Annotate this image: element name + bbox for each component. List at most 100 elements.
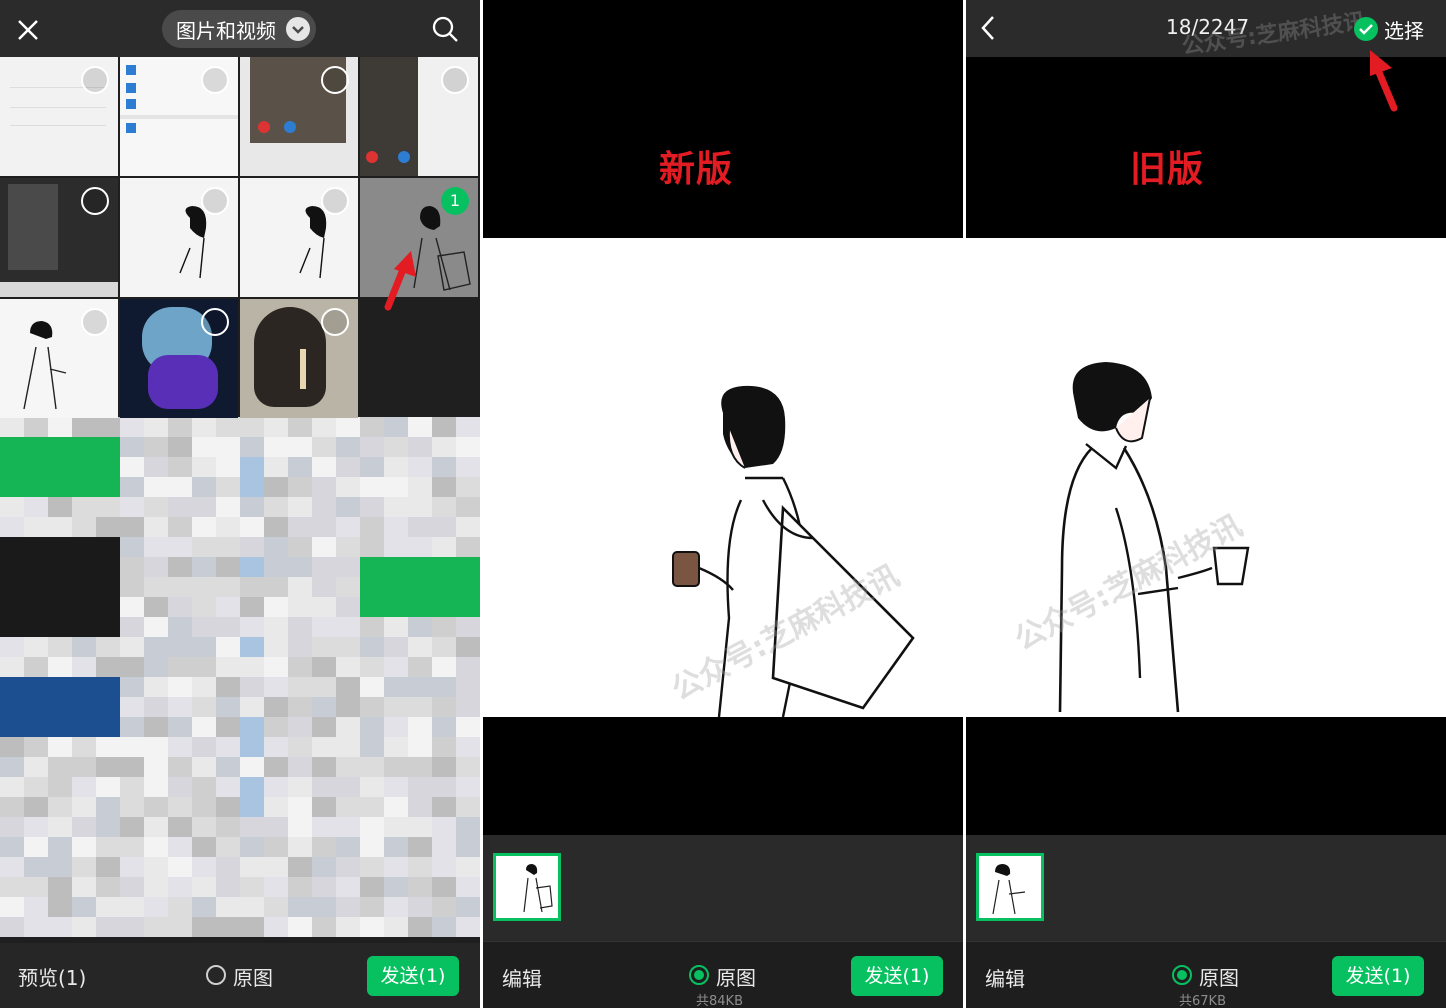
thumbnail[interactable] bbox=[360, 57, 478, 176]
mosaic-pixel bbox=[384, 457, 408, 477]
mosaic-pixel bbox=[360, 777, 384, 797]
close-icon[interactable] bbox=[10, 12, 46, 48]
thumbnail[interactable] bbox=[240, 299, 358, 418]
mosaic-pixel bbox=[360, 837, 384, 857]
mosaic-pixel bbox=[336, 697, 360, 717]
mosaic-pixel bbox=[72, 877, 96, 897]
mosaic-pixel bbox=[240, 417, 264, 437]
mosaic-pixel bbox=[144, 557, 168, 577]
select-circle[interactable] bbox=[441, 66, 469, 94]
thumbnail[interactable] bbox=[240, 57, 358, 176]
original-label[interactable]: 原图 bbox=[233, 962, 273, 991]
thumbnail[interactable] bbox=[0, 299, 118, 418]
mosaic-pixel bbox=[336, 837, 360, 857]
mosaic-pixel bbox=[288, 917, 312, 937]
album-selector[interactable]: 图片和视频 bbox=[162, 10, 316, 48]
mosaic-pixel bbox=[216, 817, 240, 837]
mosaic-pixel bbox=[120, 817, 144, 837]
mosaic-pixel bbox=[0, 617, 24, 637]
mosaic-pixel bbox=[48, 797, 72, 817]
mosaic-pixel bbox=[240, 897, 264, 917]
mosaic-pixel bbox=[240, 477, 264, 497]
send-button[interactable]: 发送(1) bbox=[1332, 956, 1424, 996]
mosaic-pixel bbox=[0, 637, 24, 657]
select-circle[interactable] bbox=[201, 187, 229, 215]
mosaic-pixel bbox=[336, 457, 360, 477]
thumbnail[interactable] bbox=[0, 57, 118, 176]
mosaic-pixel bbox=[240, 837, 264, 857]
mosaic-pixel bbox=[312, 437, 336, 457]
select-button[interactable]: 选择 bbox=[1384, 15, 1424, 44]
mosaic-pixel bbox=[0, 797, 24, 817]
thumbnail[interactable] bbox=[120, 57, 238, 176]
mosaic-pixel bbox=[264, 517, 288, 537]
mosaic-pixel bbox=[312, 737, 336, 757]
mosaic-pixel bbox=[144, 417, 168, 437]
mosaic-pixel bbox=[408, 757, 432, 777]
mosaic-pixel bbox=[360, 797, 384, 817]
search-icon[interactable] bbox=[428, 12, 462, 46]
mosaic-pixel bbox=[144, 697, 168, 717]
select-circle[interactable] bbox=[321, 187, 349, 215]
mosaic-pixel bbox=[48, 717, 72, 737]
mosaic-pixel bbox=[312, 417, 336, 437]
mosaic-pixel bbox=[288, 537, 312, 557]
mosaic-pixel bbox=[336, 497, 360, 517]
thumbnail[interactable] bbox=[240, 178, 358, 297]
mosaic-pixel bbox=[312, 577, 336, 597]
thumbnail[interactable] bbox=[120, 178, 238, 297]
thumbnail-strip bbox=[483, 835, 963, 941]
select-circle[interactable] bbox=[321, 66, 349, 94]
mosaic-pixel bbox=[168, 457, 192, 477]
select-circle[interactable] bbox=[81, 187, 109, 215]
mosaic-pixel bbox=[72, 897, 96, 917]
original-radio[interactable] bbox=[206, 965, 226, 985]
original-radio-checked[interactable] bbox=[689, 965, 709, 985]
select-circle[interactable] bbox=[81, 66, 109, 94]
mosaic-pixel bbox=[312, 777, 336, 797]
check-icon[interactable] bbox=[1354, 17, 1378, 41]
mosaic-pixel bbox=[432, 837, 456, 857]
send-button[interactable]: 发送(1) bbox=[367, 956, 459, 996]
mosaic-pixel bbox=[432, 697, 456, 717]
selected-thumbnail[interactable] bbox=[976, 853, 1044, 921]
edit-button[interactable]: 编辑 bbox=[502, 963, 542, 992]
thumbnail[interactable] bbox=[120, 299, 238, 418]
mosaic-pixel bbox=[96, 457, 120, 477]
mosaic-pixel bbox=[216, 577, 240, 597]
mosaic-pixel bbox=[240, 657, 264, 677]
mosaic-pixel bbox=[0, 717, 24, 737]
mosaic-pixel bbox=[144, 577, 168, 597]
mosaic-pixel bbox=[168, 577, 192, 597]
mosaic-pixel bbox=[384, 397, 408, 417]
mosaic-pixel bbox=[72, 717, 96, 737]
select-circle[interactable] bbox=[81, 308, 109, 336]
mosaic-pixel bbox=[288, 897, 312, 917]
original-radio-checked[interactable] bbox=[1172, 965, 1192, 985]
back-icon[interactable] bbox=[978, 14, 998, 42]
thumbnail[interactable] bbox=[0, 178, 118, 297]
original-label[interactable]: 原图 bbox=[1199, 962, 1239, 991]
mosaic-pixel bbox=[336, 817, 360, 837]
mosaic-pixel bbox=[384, 317, 408, 337]
mosaic-pixel bbox=[144, 677, 168, 697]
select-circle[interactable] bbox=[201, 308, 229, 336]
mosaic-pixel bbox=[360, 817, 384, 837]
mosaic-pixel bbox=[384, 437, 408, 457]
mosaic-pixel bbox=[168, 657, 192, 677]
edit-button[interactable]: 编辑 bbox=[985, 963, 1025, 992]
mosaic-pixel bbox=[456, 857, 480, 877]
send-button[interactable]: 发送(1) bbox=[851, 956, 943, 996]
select-circle[interactable] bbox=[201, 66, 229, 94]
mosaic-pixel bbox=[456, 517, 480, 537]
mosaic-pixel bbox=[264, 537, 288, 557]
mosaic-pixel bbox=[72, 677, 96, 697]
select-circle[interactable] bbox=[321, 308, 349, 336]
selected-thumbnail[interactable] bbox=[493, 853, 561, 921]
mosaic-pixel bbox=[432, 457, 456, 477]
original-label[interactable]: 原图 bbox=[716, 962, 756, 991]
selection-number-badge[interactable]: 1 bbox=[441, 187, 469, 215]
preview-button[interactable]: 预览(1) bbox=[18, 962, 86, 991]
mosaic-pixel bbox=[384, 417, 408, 437]
mosaic-pixel bbox=[0, 557, 24, 577]
